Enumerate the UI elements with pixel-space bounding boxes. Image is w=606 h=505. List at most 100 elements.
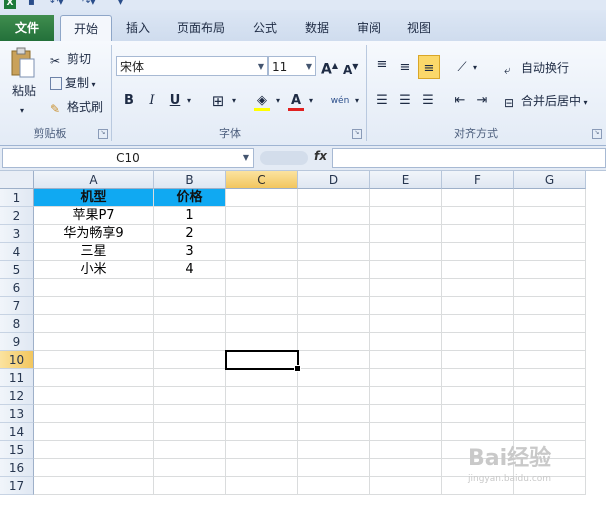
cell-c11[interactable] — [226, 369, 298, 387]
tab-formulas[interactable]: 公式 — [244, 17, 286, 39]
format-painter-button[interactable]: ✎ 格式刷 — [50, 99, 103, 116]
row-header-7[interactable]: 7 — [0, 297, 34, 315]
customize-qat-icon[interactable]: ▾ — [118, 0, 123, 9]
cell-a6[interactable] — [34, 279, 154, 297]
fill-color-dropdown-icon[interactable]: ▾ — [273, 91, 283, 111]
undo-icon[interactable]: ↶▾ — [50, 0, 63, 9]
cell-d4[interactable] — [298, 243, 370, 261]
column-header-f[interactable]: F — [442, 171, 514, 189]
cell-b15[interactable] — [154, 441, 226, 459]
cell-d11[interactable] — [298, 369, 370, 387]
cell-f5[interactable] — [442, 261, 514, 279]
row-header-4[interactable]: 4 — [0, 243, 34, 261]
cell-b16[interactable] — [154, 459, 226, 477]
cell-c2[interactable] — [226, 207, 298, 225]
decrease-indent-icon[interactable]: ⇤ — [450, 91, 470, 111]
cell-b1[interactable]: 价格 — [154, 189, 226, 207]
cell-f12[interactable] — [442, 387, 514, 405]
cell-c16[interactable] — [226, 459, 298, 477]
cell-d12[interactable] — [298, 387, 370, 405]
cell-b2[interactable]: 1 — [154, 207, 226, 225]
cell-a1[interactable]: 机型 — [34, 189, 154, 207]
row-header-13[interactable]: 13 — [0, 405, 34, 423]
cell-f6[interactable] — [442, 279, 514, 297]
tab-review[interactable]: 审阅 — [348, 17, 390, 39]
grow-font-button[interactable]: A▲ — [321, 58, 338, 78]
cell-e4[interactable] — [370, 243, 442, 261]
cell-e13[interactable] — [370, 405, 442, 423]
cell-d14[interactable] — [298, 423, 370, 441]
orientation-icon[interactable]: ⟋ — [452, 58, 472, 78]
cell-e14[interactable] — [370, 423, 442, 441]
cell-e11[interactable] — [370, 369, 442, 387]
cell-g14[interactable] — [514, 423, 586, 441]
cell-g10[interactable] — [514, 351, 586, 369]
cell-f10[interactable] — [442, 351, 514, 369]
italic-button[interactable]: I — [143, 91, 161, 111]
cell-e7[interactable] — [370, 297, 442, 315]
cell-f14[interactable] — [442, 423, 514, 441]
tab-insert[interactable]: 插入 — [118, 17, 158, 39]
cell-d3[interactable] — [298, 225, 370, 243]
row-header-12[interactable]: 12 — [0, 387, 34, 405]
row-header-8[interactable]: 8 — [0, 315, 34, 333]
cell-d9[interactable] — [298, 333, 370, 351]
cell-a13[interactable] — [34, 405, 154, 423]
align-right-icon[interactable]: ☰ — [418, 91, 438, 111]
underline-button[interactable]: U — [166, 91, 184, 111]
column-header-a[interactable]: A — [34, 171, 154, 189]
align-middle-icon[interactable]: ≡ — [395, 58, 415, 78]
tab-home[interactable]: 开始 — [60, 15, 112, 42]
cell-d1[interactable] — [298, 189, 370, 207]
column-header-c[interactable]: C — [226, 171, 298, 189]
cell-c15[interactable] — [226, 441, 298, 459]
font-launcher-icon[interactable]: ↘ — [352, 129, 362, 139]
borders-dropdown-icon[interactable]: ▾ — [229, 91, 239, 111]
cell-c17[interactable] — [226, 477, 298, 495]
cell-b17[interactable] — [154, 477, 226, 495]
tab-view[interactable]: 视图 — [398, 17, 440, 39]
row-header-2[interactable]: 2 — [0, 207, 34, 225]
cell-e6[interactable] — [370, 279, 442, 297]
alignment-launcher-icon[interactable]: ↘ — [592, 129, 602, 139]
insert-function-icon[interactable]: fx — [314, 149, 327, 163]
cell-a12[interactable] — [34, 387, 154, 405]
name-box[interactable]: C10 ▼ — [2, 148, 254, 168]
increase-indent-icon[interactable]: ⇥ — [472, 91, 492, 111]
cell-a11[interactable] — [34, 369, 154, 387]
cell-c7[interactable] — [226, 297, 298, 315]
cell-f7[interactable] — [442, 297, 514, 315]
bold-button[interactable]: B — [120, 91, 138, 111]
cell-e17[interactable] — [370, 477, 442, 495]
cell-c4[interactable] — [226, 243, 298, 261]
cell-d7[interactable] — [298, 297, 370, 315]
cell-g1[interactable] — [514, 189, 586, 207]
tab-page-layout[interactable]: 页面布局 — [168, 17, 234, 39]
row-header-14[interactable]: 14 — [0, 423, 34, 441]
cell-a2[interactable]: 苹果P7 — [34, 207, 154, 225]
cell-g2[interactable] — [514, 207, 586, 225]
cell-g5[interactable] — [514, 261, 586, 279]
fill-color-icon[interactable]: ◈ — [252, 91, 272, 111]
wrap-text-button[interactable]: ⤶ 自动换行 — [504, 60, 569, 77]
cell-b11[interactable] — [154, 369, 226, 387]
align-left-icon[interactable]: ☰ — [372, 91, 392, 111]
merge-center-button[interactable]: ⊟ 合并后居中 ▾ — [504, 93, 588, 111]
font-name-combo[interactable]: 宋体 ▼ — [116, 56, 268, 76]
cell-a14[interactable] — [34, 423, 154, 441]
cell-e16[interactable] — [370, 459, 442, 477]
cell-d8[interactable] — [298, 315, 370, 333]
cell-e15[interactable] — [370, 441, 442, 459]
cell-f1[interactable] — [442, 189, 514, 207]
cell-f11[interactable] — [442, 369, 514, 387]
cell-e5[interactable] — [370, 261, 442, 279]
column-header-d[interactable]: D — [298, 171, 370, 189]
row-header-16[interactable]: 16 — [0, 459, 34, 477]
active-cell-selection[interactable] — [225, 350, 301, 372]
cell-a5[interactable]: 小米 — [34, 261, 154, 279]
cell-g12[interactable] — [514, 387, 586, 405]
cell-c14[interactable] — [226, 423, 298, 441]
paste-dropdown-icon[interactable]: ▾ — [20, 103, 24, 119]
cell-a8[interactable] — [34, 315, 154, 333]
cell-e2[interactable] — [370, 207, 442, 225]
